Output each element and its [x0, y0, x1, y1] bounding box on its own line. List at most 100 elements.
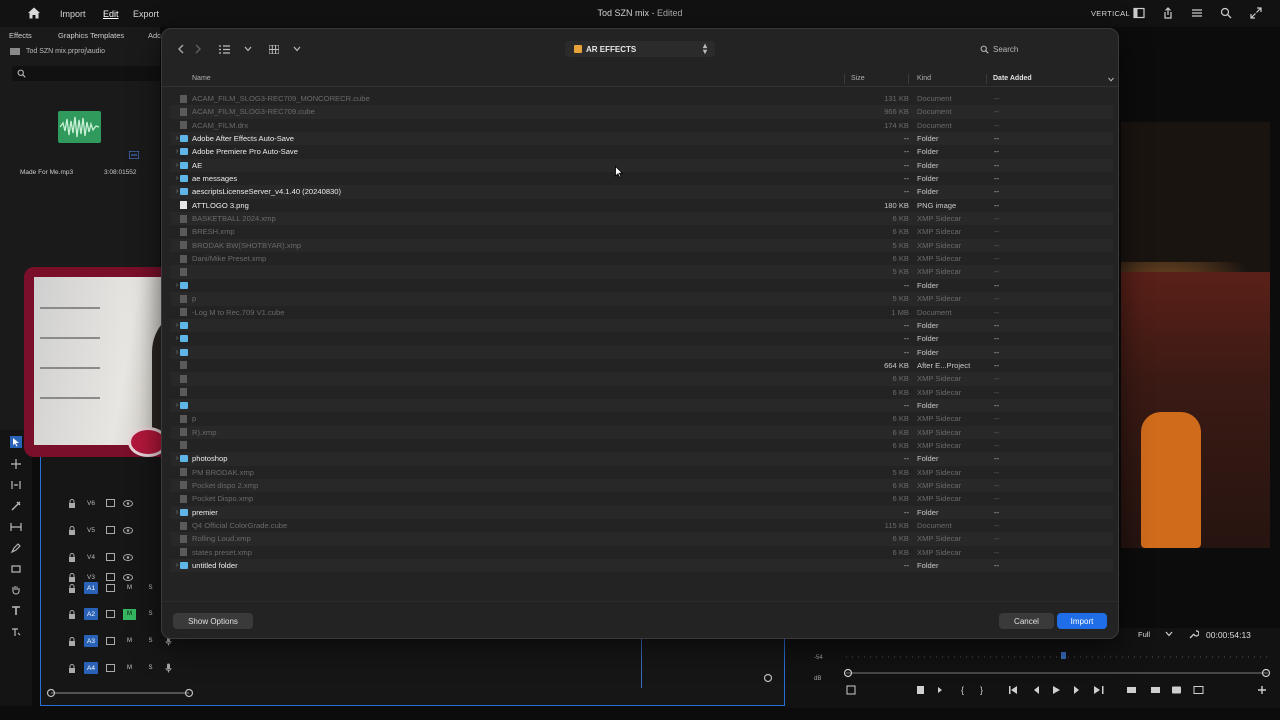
wrench-icon[interactable] — [1188, 629, 1199, 640]
lock-icon[interactable] — [68, 609, 76, 619]
track-label[interactable]: A1 — [84, 582, 98, 594]
folder-row[interactable]: › -- Folder -- — [171, 279, 1113, 292]
folder-row[interactable]: › AE -- Folder -- — [171, 158, 1113, 173]
sync-icon[interactable] — [106, 664, 115, 672]
menu-export[interactable]: Export — [133, 9, 159, 19]
file-row[interactable]: ACAM_FILM_SLOG3-REC709.cube 966 KB Documen… — [171, 105, 1113, 119]
panel-layout-icon[interactable] — [1133, 7, 1145, 19]
column-divider[interactable] — [908, 74, 909, 84]
sync-icon[interactable] — [106, 499, 115, 507]
file-row[interactable]: Pocket dispo 2.xmp 6 KB XMP Sidecar -- — [171, 478, 1113, 493]
project-search-input[interactable] — [12, 66, 160, 81]
eye-icon[interactable] — [123, 573, 133, 581]
chevron-down-icon[interactable] — [1165, 631, 1173, 637]
column-divider[interactable] — [986, 74, 987, 84]
folder-row[interactable]: › aescriptsLicenseServer_v4.1.40 (2024083… — [171, 185, 1113, 199]
sort-chevron-icon[interactable] — [1108, 77, 1114, 82]
playhead-timecode[interactable]: 00:00:54:13 — [1206, 630, 1251, 640]
lock-icon[interactable] — [68, 663, 76, 673]
lock-icon[interactable] — [68, 552, 76, 562]
rectangle-tool-icon[interactable] — [10, 563, 22, 575]
home-icon[interactable] — [27, 6, 41, 20]
location-dropdown[interactable]: AR EFFECTS ▴ ▾ — [565, 41, 715, 57]
file-row[interactable]: R).xmp 6 KB XMP Sidecar -- — [171, 425, 1113, 439]
hand-tool-icon[interactable] — [10, 584, 22, 596]
track-select-icon[interactable] — [10, 458, 22, 470]
file-row[interactable]: Dani/Mike Preset.xmp 6 KB XMP Sidecar -- — [171, 252, 1113, 265]
import-button[interactable]: Import — [1057, 613, 1107, 629]
file-row[interactable]: PM BRODAK.xmp 5 KB XMP Sidecar -- — [171, 466, 1113, 479]
file-row[interactable]: Pocket Dispo.xmp 6 KB XMP Sidecar -- — [171, 492, 1113, 505]
column-size[interactable]: Size — [851, 75, 865, 82]
lock-icon[interactable] — [68, 636, 76, 646]
file-row[interactable]: states preset.xmp 6 KB XMP Sidecar -- — [171, 546, 1113, 559]
audio-clip-thumbnail[interactable] — [58, 111, 101, 143]
track-label[interactable]: A2 — [84, 608, 98, 620]
workspace-label[interactable]: VERTICAL — [1091, 9, 1130, 18]
pen-tool-icon[interactable] — [10, 542, 22, 554]
back-icon[interactable] — [174, 42, 188, 56]
mute-button[interactable]: M — [123, 608, 136, 620]
search-icon[interactable] — [1220, 7, 1232, 19]
show-options-button[interactable]: Show Options — [173, 613, 253, 629]
solo-button[interactable]: S — [144, 663, 157, 674]
track-label[interactable]: V5 — [84, 524, 98, 536]
track-label[interactable]: A3 — [84, 635, 98, 647]
mute-button[interactable]: M — [123, 636, 136, 647]
tab-graphics-templates[interactable]: Graphics Templates — [58, 31, 124, 40]
file-row[interactable]: BRESH.xmp 6 KB XMP Sidecar -- — [171, 225, 1113, 238]
folder-row[interactable]: › ae messages -- Folder -- — [171, 172, 1113, 185]
column-divider[interactable] — [844, 74, 845, 84]
playback-resolution-select[interactable]: Full — [1138, 630, 1150, 639]
file-row[interactable]: 664 KB After E...Project -- — [171, 359, 1113, 372]
mute-button[interactable]: M — [123, 663, 136, 674]
menu-import[interactable]: Import — [60, 9, 86, 19]
sync-icon[interactable] — [106, 553, 115, 561]
sync-icon[interactable] — [106, 637, 115, 645]
track-label[interactable]: V6 — [84, 497, 98, 509]
lock-icon[interactable] — [68, 583, 76, 593]
tab-more[interactable]: Adc — [148, 31, 161, 40]
file-row[interactable]: p 6 KB XMP Sidecar -- — [171, 412, 1113, 425]
razor-tool-icon[interactable] — [10, 500, 22, 512]
ripple-edit-icon[interactable] — [10, 479, 22, 491]
file-row[interactable]: Q4 Official ColorGrade.cube 115 KB Documen… — [171, 519, 1113, 532]
file-row[interactable]: BRODAK BW(SHOTBYAR).xmp 5 KB XMP Sidecar -- — [171, 238, 1113, 253]
eye-icon[interactable] — [123, 526, 133, 534]
microphone-icon[interactable] — [165, 663, 172, 673]
lock-icon[interactable] — [68, 525, 76, 535]
folder-row[interactable]: › Adobe After Effects Auto-Save -- Folder -- — [171, 132, 1113, 146]
column-date-added[interactable]: Date Added — [993, 75, 1032, 82]
grid-view-button[interactable] — [269, 41, 301, 57]
tab-effects[interactable]: Effects — [9, 31, 32, 40]
monitor-scrubber[interactable] — [842, 650, 1272, 678]
menu-edit[interactable]: Edit — [103, 9, 119, 19]
file-row[interactable]: p 5 KB XMP Sidecar -- — [171, 292, 1113, 306]
file-row[interactable]: BASKETBALL 2024.xmp 6 KB XMP Sidecar -- — [171, 212, 1113, 226]
slip-tool-icon[interactable] — [10, 521, 22, 533]
track-label[interactable]: A4 — [84, 662, 98, 674]
file-row[interactable]: 6 KB XMP Sidecar -- — [171, 386, 1113, 399]
file-row[interactable]: 5 KB XMP Sidecar -- — [171, 265, 1113, 279]
folder-row[interactable]: › untitled folder -- Folder -- — [171, 559, 1113, 573]
timeline-zoom-scrollbar[interactable] — [46, 688, 196, 698]
eye-icon[interactable] — [123, 499, 133, 507]
transport-controls[interactable]: { } — [845, 683, 1270, 697]
column-name[interactable]: Name — [192, 75, 211, 82]
folder-row[interactable]: › -- Folder -- — [171, 332, 1113, 345]
solo-button[interactable]: S — [144, 609, 157, 620]
folder-row[interactable]: › premier -- Folder -- — [171, 505, 1113, 519]
sync-icon[interactable] — [106, 584, 115, 592]
solo-button[interactable]: S — [144, 583, 157, 594]
file-row[interactable]: ACAM_FILM.drx 174 KB Document -- — [171, 119, 1113, 132]
solo-button[interactable]: S — [144, 636, 157, 647]
file-row[interactable]: Rolling Loud.xmp 6 KB XMP Sidecar -- — [171, 532, 1113, 546]
selection-tool-icon[interactable] — [10, 436, 22, 448]
file-row[interactable]: ACAM_FILM_SLOG3-REC709_MONCORECR.cube 131… — [171, 92, 1113, 105]
forward-icon[interactable] — [191, 42, 205, 56]
scroll-handle[interactable] — [763, 673, 773, 683]
text-transform-icon[interactable] — [10, 626, 22, 638]
folder-row[interactable]: › photoshop -- Folder -- — [171, 452, 1113, 466]
folder-row[interactable]: › -- Folder -- — [171, 345, 1113, 359]
file-row[interactable]: 6 KB XMP Sidecar -- — [171, 439, 1113, 452]
